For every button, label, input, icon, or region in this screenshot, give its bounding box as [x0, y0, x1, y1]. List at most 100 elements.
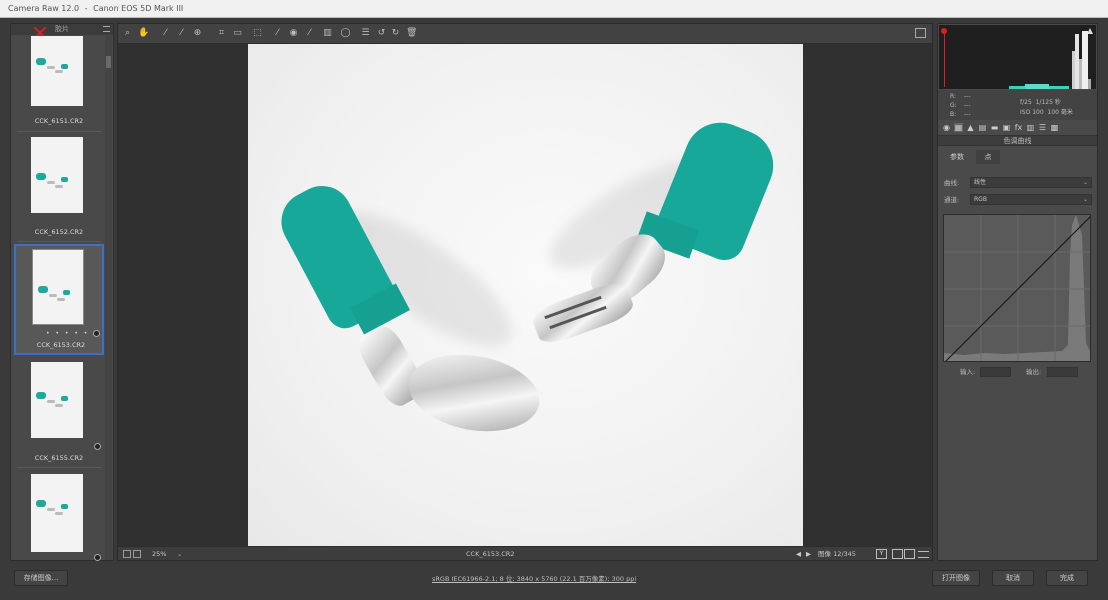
- straighten-tool-icon[interactable]: ▭: [232, 28, 243, 39]
- done-button[interactable]: 完成: [1046, 570, 1088, 586]
- cancel-button[interactable]: 取消: [992, 570, 1034, 586]
- lens-corrections-panel-icon[interactable]: ▣: [1002, 123, 1011, 132]
- curve-preset-value: 线性: [974, 179, 987, 186]
- transform-tool-icon[interactable]: ⬚: [252, 28, 263, 39]
- tone-curve-panel-icon[interactable]: ▦: [954, 123, 963, 132]
- tone-curve-graph[interactable]: [943, 214, 1091, 362]
- film-divider: [17, 241, 101, 242]
- adjustment-badge-icon: [94, 443, 101, 450]
- swap-settings-button[interactable]: [904, 549, 915, 559]
- zoom-in-icon[interactable]: [133, 550, 141, 558]
- film-item-selected[interactable]: • • • • • CCK_6153.CR2: [14, 244, 104, 355]
- film-item[interactable]: [14, 470, 104, 561]
- camera-model: Canon EOS 5D Mark III: [93, 4, 184, 13]
- bottom-bar: 存储图像... sRGB IEC61966-2.1; 8 位; 3840 x 5…: [0, 563, 1108, 594]
- color-sampler-tool-icon[interactable]: ⁄: [176, 28, 187, 39]
- graduated-filter-icon[interactable]: ▥: [322, 28, 333, 39]
- tab-parametric[interactable]: 参数: [938, 150, 976, 164]
- zoom-out-icon[interactable]: [123, 550, 131, 558]
- tone-curve-svg: [944, 215, 1090, 361]
- film-thumbnail: [31, 362, 83, 438]
- b-value: ---: [964, 111, 971, 118]
- crop-tool-icon[interactable]: ⌗: [216, 28, 227, 39]
- filmstrip-scrollbar[interactable]: [105, 36, 112, 560]
- trash-icon[interactable]: 🗑: [406, 28, 417, 39]
- open-image-button[interactable]: 打开图像: [932, 570, 980, 586]
- save-image-button[interactable]: 存储图像...: [14, 570, 68, 586]
- toggle-view-button[interactable]: [892, 549, 903, 559]
- tab-point[interactable]: 点: [976, 150, 1000, 164]
- image-index: 12/345: [833, 550, 856, 558]
- film-thumbnail: [31, 137, 83, 213]
- preview-photo: [248, 44, 803, 546]
- hand-tool-icon[interactable]: ✋: [138, 28, 149, 39]
- camera-calibration-panel-icon[interactable]: ▥: [1026, 123, 1035, 132]
- output-field[interactable]: [1047, 367, 1078, 377]
- iso-info: ISO 100 100 毫米: [1020, 107, 1073, 116]
- film-item[interactable]: CCK_6155.CR2: [14, 358, 104, 468]
- rotate-right-icon[interactable]: ↻: [390, 28, 401, 39]
- aperture: f/25: [1020, 99, 1032, 106]
- spoon-bowl: [402, 345, 546, 441]
- channel-select[interactable]: RGB ⌄: [970, 194, 1092, 205]
- effects-panel-icon[interactable]: fx: [1014, 123, 1023, 132]
- film-item[interactable]: CCK_6152.CR2: [14, 134, 104, 244]
- film-thumbnail: [31, 474, 83, 552]
- film-filename: CCK_6153.CR2: [36, 341, 86, 349]
- chevron-down-icon: ⌄: [1082, 179, 1088, 186]
- info-readout: R: --- G: --- B: --- f/25 1/125 秒 ISO 10…: [938, 90, 1097, 120]
- rating-stars[interactable]: • • • • •: [46, 330, 89, 337]
- prev-image-icon[interactable]: ◀: [796, 547, 801, 561]
- presets-panel-icon[interactable]: ☰: [1038, 123, 1047, 132]
- rotate-left-icon[interactable]: ↺: [376, 28, 387, 39]
- input-output-row: 输入: 输出:: [938, 366, 1097, 378]
- radial-filter-icon[interactable]: ◯: [340, 28, 351, 39]
- filmstrip-menu-icon[interactable]: [103, 26, 110, 32]
- red-eye-tool-icon[interactable]: ◉: [288, 28, 299, 39]
- workflow-options-link[interactable]: sRGB IEC61966-2.1; 8 位; 3840 x 5760 (22.…: [432, 573, 636, 583]
- app-title: Camera Raw 12.0: [8, 4, 80, 13]
- snapshots-panel-icon[interactable]: ▩: [1050, 123, 1059, 132]
- camera-raw-window: Camera Raw 12.0 - Canon EOS 5D Mark III …: [0, 0, 1108, 600]
- curve-label: 曲线:: [944, 179, 960, 187]
- channel-row: 通道: RGB ⌄: [942, 194, 1094, 206]
- basic-panel-icon[interactable]: ◉: [942, 123, 951, 132]
- zoom-level[interactable]: 25%: [152, 547, 166, 561]
- filmstrip-scroll-thumb[interactable]: [106, 56, 111, 68]
- title-separator: -: [84, 4, 88, 13]
- input-field[interactable]: [980, 367, 1011, 377]
- panel-tabs-icons: ◉ ▦ ▲ ▤ ▬ ▣ fx ▥ ☰ ▩: [938, 122, 1097, 134]
- split-toning-panel-icon[interactable]: ▬: [990, 123, 999, 132]
- shutter-speed: 1/125 秒: [1035, 99, 1061, 106]
- exposure-info: f/25 1/125 秒: [1020, 97, 1061, 106]
- preferences-icon[interactable]: ☰: [360, 28, 371, 39]
- film-item[interactable]: CCK_6151.CR2: [14, 28, 104, 134]
- image-canvas[interactable]: [118, 44, 932, 546]
- adjustment-brush-icon[interactable]: ⁄: [304, 28, 315, 39]
- curve-preset-row: 曲线: 线性 ⌄: [942, 177, 1094, 189]
- adjustments-panel: R: --- G: --- B: --- f/25 1/125 秒 ISO 10…: [937, 23, 1098, 561]
- r-label: R:: [950, 93, 957, 100]
- detail-panel-icon[interactable]: ▲: [966, 123, 975, 132]
- b-label: B:: [950, 111, 957, 118]
- hsl-panel-icon[interactable]: ▤: [978, 123, 987, 132]
- channel-value: RGB: [974, 196, 987, 203]
- zoom-tool-icon[interactable]: ⌕: [122, 28, 133, 39]
- curve-preset-select[interactable]: 线性 ⌄: [970, 177, 1092, 188]
- curve-tabs: 参数 点: [938, 150, 1097, 164]
- title-bar: Camera Raw 12.0 - Canon EOS 5D Mark III: [0, 0, 1108, 18]
- next-image-icon[interactable]: ▶: [806, 547, 811, 561]
- before-after-view-button[interactable]: Y: [876, 549, 887, 559]
- white-balance-tool-icon[interactable]: ⁄: [160, 28, 171, 39]
- image-count: 图像 12/345: [818, 547, 856, 561]
- view-menu-icon[interactable]: [918, 551, 929, 558]
- zoom-dropdown-icon[interactable]: ⌄: [177, 547, 182, 561]
- fullscreen-icon[interactable]: [915, 28, 926, 38]
- target-adjustment-tool-icon[interactable]: ⊕: [192, 28, 203, 39]
- iso: ISO 100: [1020, 109, 1044, 116]
- film-filename: CCK_6152.CR2: [34, 228, 84, 236]
- output-label: 输出:: [1026, 368, 1042, 376]
- spot-removal-tool-icon[interactable]: ⁄: [272, 28, 283, 39]
- chevron-down-icon: ⌄: [1082, 196, 1088, 203]
- film-thumbnail: [31, 36, 83, 106]
